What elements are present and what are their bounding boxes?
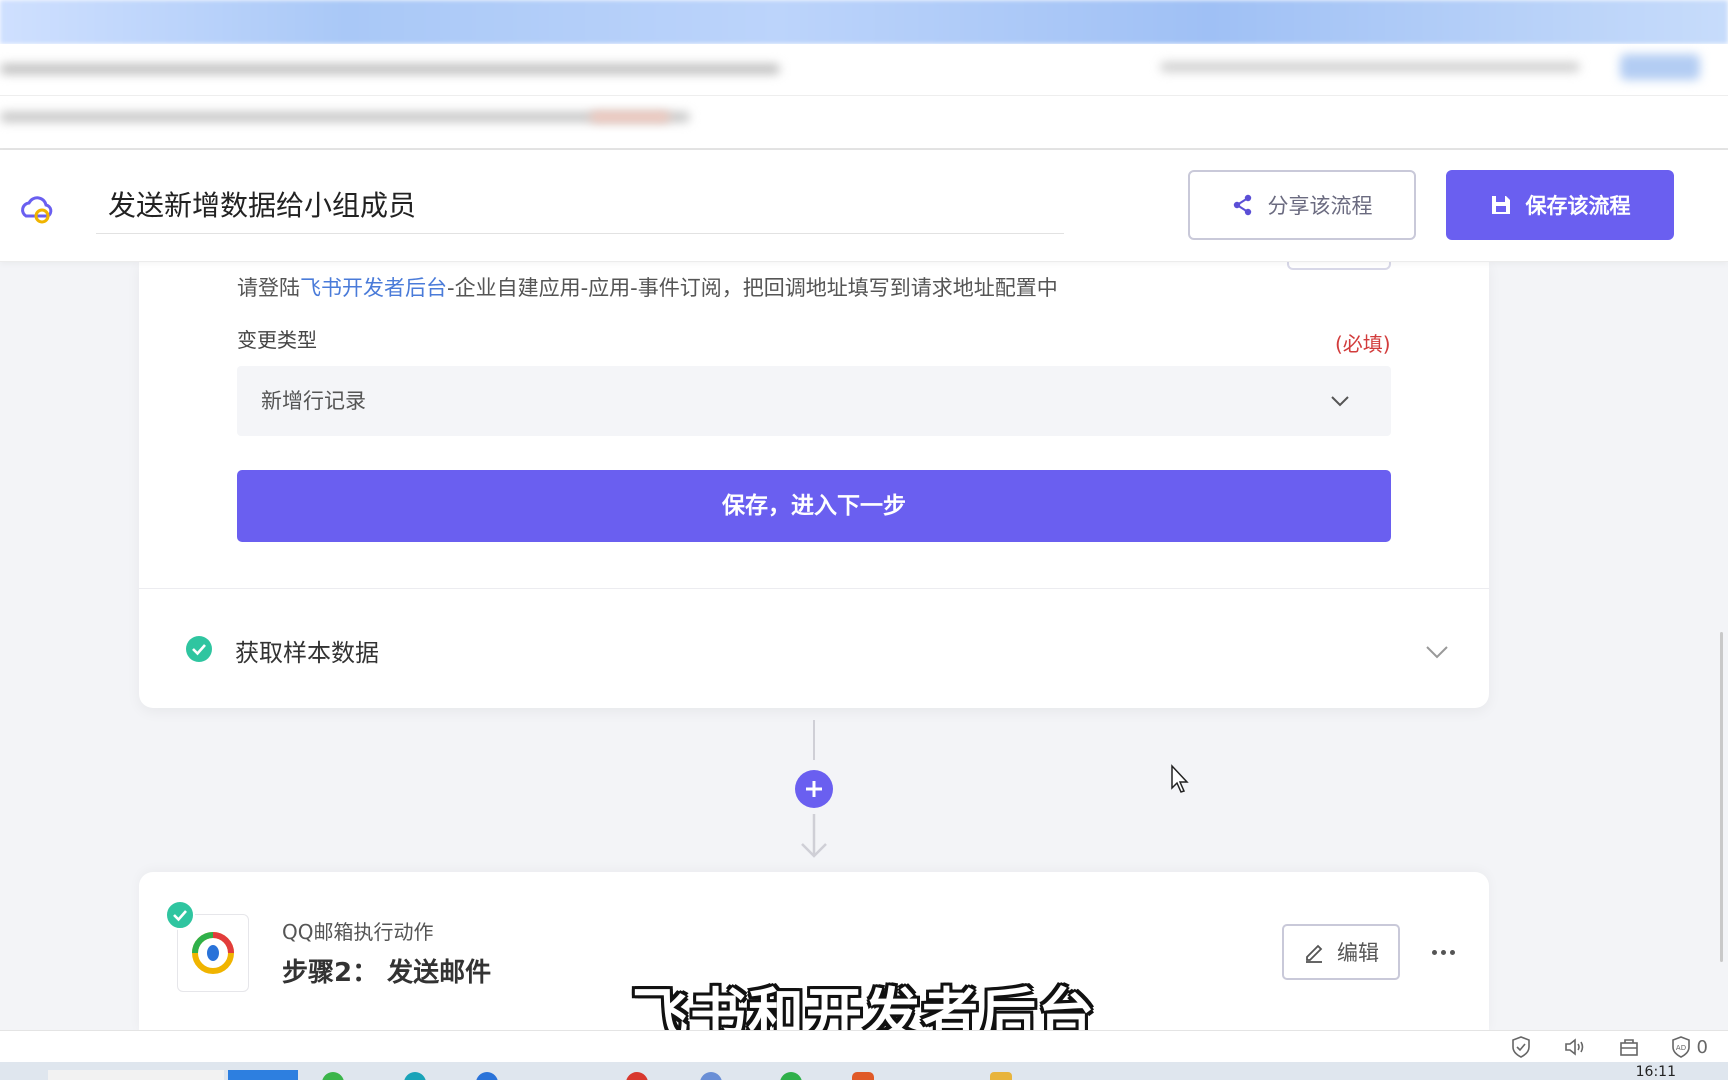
change-type-value: 新增行记录	[261, 389, 366, 413]
taskbar-clock: 16:11	[1635, 1064, 1676, 1080]
change-type-select[interactable]: 新增行记录	[237, 366, 1391, 436]
action-app-subtitle: QQ邮箱执行动作	[282, 920, 434, 944]
adblock-count: 0	[1696, 1036, 1708, 1058]
mouse-cursor-icon	[1171, 764, 1189, 793]
page-scrollbar[interactable]	[1718, 262, 1726, 1032]
package-icon[interactable]	[1617, 1035, 1641, 1059]
share-flow-label: 分享该流程	[1267, 194, 1373, 218]
qq-mail-logo-icon	[192, 932, 234, 974]
scrollbar-thumb[interactable]	[1720, 632, 1723, 962]
browser-address-bar	[0, 44, 1728, 96]
browser-tab-strip	[0, 0, 1728, 44]
save-and-next-button[interactable]: 保存，进入下一步	[237, 470, 1391, 542]
browser-chrome	[0, 0, 1728, 150]
taskbar-folder-icon[interactable]	[990, 1072, 1012, 1080]
taskbar-app-icon[interactable]	[700, 1072, 722, 1080]
browser-bookmarks-bar	[0, 96, 1728, 150]
change-type-label: 变更类型	[237, 328, 317, 352]
status-tray: AD 0	[1509, 1035, 1708, 1059]
share-icon	[1233, 194, 1251, 216]
taskbar-app-icon[interactable]	[404, 1072, 426, 1080]
chevron-down-icon	[1331, 396, 1349, 407]
os-taskbar: 16:11	[0, 1062, 1728, 1080]
flow-connector-line	[813, 720, 815, 760]
trigger-config-card: 请登陆飞书开发者后台-企业自建应用-应用-事件订阅，把回调地址填写到请求地址配置…	[139, 252, 1489, 708]
speaker-icon[interactable]	[1563, 1035, 1587, 1059]
feishu-developer-console-link[interactable]: 飞书开发者后台	[300, 276, 447, 300]
flow-title-input[interactable]: 发送新增数据给小组成员	[96, 178, 1064, 234]
svg-text:AD: AD	[1675, 1044, 1685, 1052]
ad-shield-icon: AD	[1671, 1036, 1690, 1058]
edit-step-label: 编辑	[1337, 941, 1379, 965]
adblock-indicator[interactable]: AD 0	[1671, 1035, 1708, 1059]
more-options-icon[interactable]	[1425, 938, 1461, 966]
callback-hint-text: 请登陆飞书开发者后台-企业自建应用-应用-事件订阅，把回调地址填写到请求地址配置…	[237, 272, 1058, 302]
required-marker: (必填)	[1335, 332, 1391, 356]
taskbar-active-app[interactable]	[228, 1070, 298, 1080]
cloud-logo-icon[interactable]	[16, 186, 58, 228]
check-circle-icon	[186, 636, 212, 662]
add-step-button[interactable]	[795, 770, 833, 808]
pencil-icon	[1306, 944, 1323, 963]
shield-icon[interactable]	[1509, 1035, 1533, 1059]
sample-data-label: 获取样本数据	[235, 639, 379, 667]
chevron-down-icon	[1426, 646, 1448, 659]
taskbar-app-icon[interactable]	[626, 1072, 648, 1080]
taskbar-search[interactable]	[48, 1070, 224, 1080]
hint-suffix: -企业自建应用-应用-事件订阅，把回调地址填写到请求地址配置中	[447, 276, 1058, 300]
taskbar-app-icon[interactable]	[476, 1072, 498, 1080]
save-flow-label: 保存该流程	[1525, 194, 1631, 218]
taskbar-app-icon[interactable]	[852, 1072, 874, 1080]
save-flow-button[interactable]: 保存该流程	[1446, 170, 1674, 240]
plus-icon	[806, 781, 822, 797]
taskbar-app-icon[interactable]	[780, 1072, 802, 1080]
taskbar-app-icon[interactable]	[322, 1072, 344, 1080]
floppy-disk-icon	[1491, 196, 1510, 214]
arrow-down-icon	[801, 814, 827, 858]
share-flow-button[interactable]: 分享该流程	[1188, 170, 1416, 240]
hint-prefix: 请登陆	[237, 276, 300, 300]
app-header: 发送新增数据给小组成员 分享该流程 保存该流程	[0, 150, 1728, 262]
check-circle-icon	[165, 900, 195, 930]
sample-data-section[interactable]: 获取样本数据	[139, 589, 1489, 708]
browser-status-bar: AD 0	[0, 1030, 1728, 1062]
